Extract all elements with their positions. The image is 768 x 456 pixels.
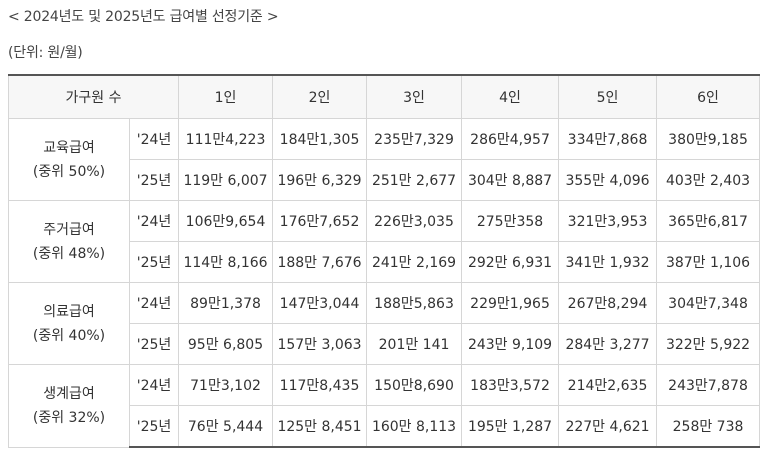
amount-cell: 214만2,635 bbox=[558, 364, 658, 406]
table-row: 의료급여 (중위 40%) '24년 89만1,378 147만3,044 188만5,8… bbox=[8, 282, 761, 365]
table-row: 생계급여 (중위 32%) '24년 71만3,102 117만8,435 150만8,6… bbox=[8, 364, 761, 448]
table-row: 교육급여 (중위 50%) '24년 111만4,223 184만1,305 235만7,… bbox=[8, 118, 761, 201]
amount-cell: 258만 738 bbox=[656, 405, 761, 448]
amount-cell: 95만 6,805 bbox=[178, 323, 274, 365]
amount-cell: 304만7,348 bbox=[656, 282, 761, 324]
amount-cell: 243만 9,109 bbox=[461, 323, 560, 365]
amount-cell: 111만4,223 bbox=[178, 118, 274, 160]
amount-cell: 195만 1,287 bbox=[461, 405, 560, 448]
benefit-name: 교육급여 bbox=[43, 139, 95, 156]
amount-cell: 251만 2,677 bbox=[366, 159, 463, 201]
year-cell: '25년 bbox=[128, 159, 180, 201]
amount-cell: 403만 2,403 bbox=[656, 159, 761, 201]
benefit-name: 생계급여 bbox=[43, 385, 95, 402]
benefit-category-cell: 생계급여 (중위 32%) bbox=[8, 364, 130, 448]
amount-cell: 286만4,957 bbox=[461, 118, 560, 160]
amount-cell: 229만1,965 bbox=[461, 282, 560, 324]
year-cell: '24년 bbox=[128, 282, 180, 324]
amount-cell: 160만 8,113 bbox=[366, 405, 463, 448]
amount-cell: 71만3,102 bbox=[178, 364, 274, 406]
amount-cell: 157만 3,063 bbox=[272, 323, 368, 365]
header-col-6: 6인 bbox=[656, 74, 761, 119]
amount-cell: 235만7,329 bbox=[366, 118, 463, 160]
page: < 2024년도 및 2025년도 급여별 선정기준 > (단위: 원/월) 가… bbox=[0, 0, 768, 456]
amount-cell: 380만9,185 bbox=[656, 118, 761, 160]
amount-cell: 147만3,044 bbox=[272, 282, 368, 324]
header-col-3: 3인 bbox=[366, 74, 463, 119]
amount-cell: 241만 2,169 bbox=[366, 241, 463, 283]
amount-cell: 119만 6,007 bbox=[178, 159, 274, 201]
year-cell: '25년 bbox=[128, 241, 180, 283]
amount-cell: 243만7,878 bbox=[656, 364, 761, 406]
header-row: 가구원 수 1인 2인 3인 4인 5인 6인 bbox=[7, 74, 761, 119]
benefit-ratio: (중위 40%) bbox=[32, 327, 106, 344]
year-cell: '24년 bbox=[128, 364, 180, 406]
amount-cell: 125만 8,451 bbox=[272, 405, 368, 448]
amount-cell: 304만 8,887 bbox=[461, 159, 560, 201]
year-cell: '24년 bbox=[128, 200, 180, 242]
amount-cell: 76만 5,444 bbox=[178, 405, 274, 448]
benefit-category-cell: 교육급여 (중위 50%) bbox=[8, 118, 130, 201]
benefit-ratio: (중위 32%) bbox=[32, 409, 106, 426]
benefit-category-cell: 의료급여 (중위 40%) bbox=[8, 282, 130, 365]
year-cell: '25년 bbox=[128, 405, 180, 448]
benefit-ratio: (중위 48%) bbox=[32, 245, 106, 262]
amount-cell: 89만1,378 bbox=[178, 282, 274, 324]
year-cell: '24년 bbox=[128, 118, 180, 160]
amount-cell: 188만 7,676 bbox=[272, 241, 368, 283]
amount-cell: 292만 6,931 bbox=[461, 241, 560, 283]
amount-cell: 176만7,652 bbox=[272, 200, 368, 242]
benefit-name: 의료급여 bbox=[43, 303, 95, 320]
page-title: < 2024년도 및 2025년도 급여별 선정기준 > bbox=[8, 9, 279, 25]
amount-cell: 387만 1,106 bbox=[656, 241, 761, 283]
header-col-2: 2인 bbox=[272, 74, 368, 119]
amount-cell: 196만 6,329 bbox=[272, 159, 368, 201]
header-col-5: 5인 bbox=[558, 74, 658, 119]
amount-cell: 267만8,294 bbox=[558, 282, 658, 324]
amount-cell: 117만8,435 bbox=[272, 364, 368, 406]
amount-cell: 227만 4,621 bbox=[558, 405, 658, 448]
amount-cell: 334만7,868 bbox=[558, 118, 658, 160]
amount-cell: 365만6,817 bbox=[656, 200, 761, 242]
amount-cell: 106만9,654 bbox=[178, 200, 274, 242]
amount-cell: 201만 141 bbox=[366, 323, 463, 365]
amount-cell: 184만1,305 bbox=[272, 118, 368, 160]
header-household-size: 가구원 수 bbox=[7, 74, 180, 119]
benefit-name: 주거급여 bbox=[43, 221, 95, 238]
amount-cell: 321만3,953 bbox=[558, 200, 658, 242]
benefit-ratio: (중위 50%) bbox=[32, 163, 106, 180]
amount-cell: 355만 4,096 bbox=[558, 159, 658, 201]
amount-cell: 150만8,690 bbox=[366, 364, 463, 406]
amount-cell: 226만3,035 bbox=[366, 200, 463, 242]
amount-cell: 341만 1,932 bbox=[558, 241, 658, 283]
table-row: 주거급여 (중위 48%) '24년 106만9,654 176만7,652 226만3,… bbox=[8, 200, 761, 283]
benefit-category-cell: 주거급여 (중위 48%) bbox=[8, 200, 130, 283]
table-body: 교육급여 (중위 50%) '24년 111만4,223 184만1,305 235만7,… bbox=[8, 118, 761, 448]
amount-cell: 284만 3,277 bbox=[558, 323, 658, 365]
selection-criteria-table: 가구원 수 1인 2인 3인 4인 5인 6인 교육급여 (중위 50%) '24년… bbox=[7, 74, 761, 448]
unit-note: (단위: 원/월) bbox=[8, 45, 83, 61]
amount-cell: 114만 8,166 bbox=[178, 241, 274, 283]
header-col-1: 1인 bbox=[178, 74, 274, 119]
header-col-4: 4인 bbox=[461, 74, 560, 119]
year-cell: '25년 bbox=[128, 323, 180, 365]
amount-cell: 275만358 bbox=[461, 200, 560, 242]
amount-cell: 183만3,572 bbox=[461, 364, 560, 406]
amount-cell: 322만 5,922 bbox=[656, 323, 761, 365]
amount-cell: 188만5,863 bbox=[366, 282, 463, 324]
